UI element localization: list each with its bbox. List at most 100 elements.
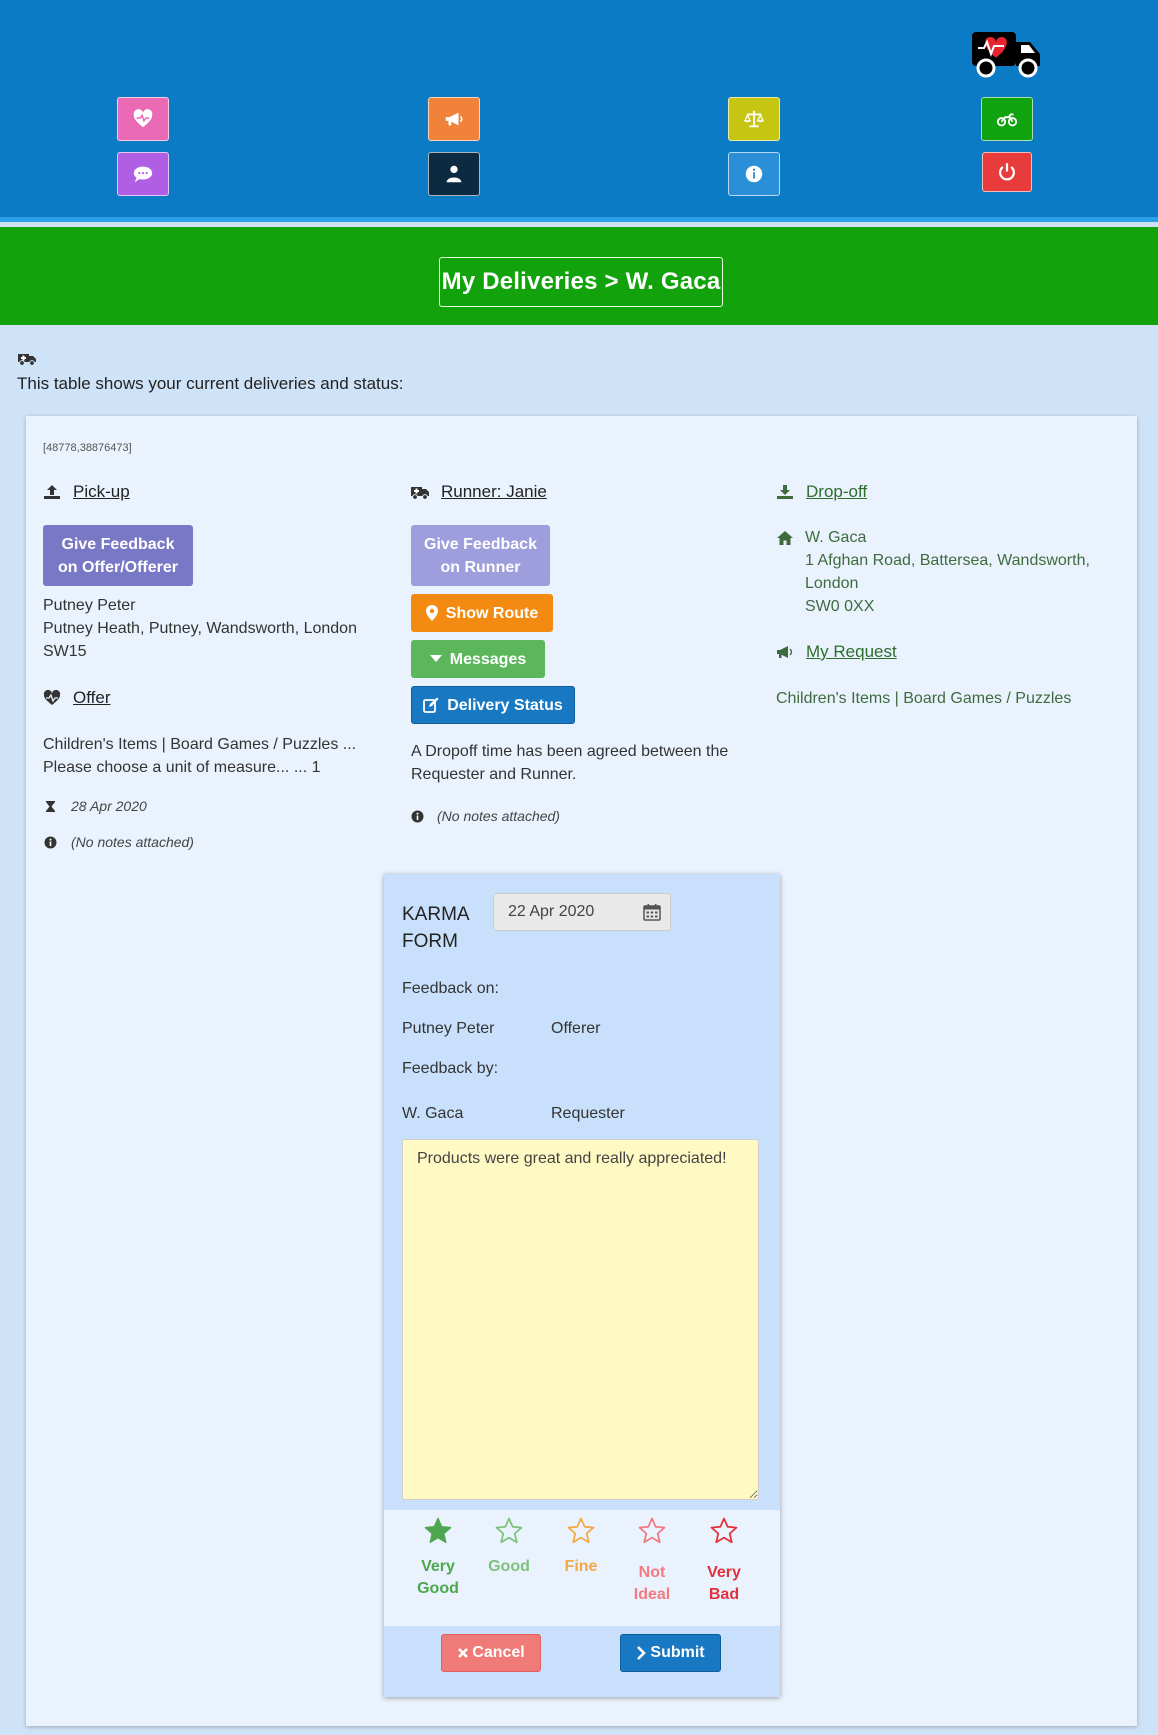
my-request-heading: My Request: [776, 642, 897, 662]
karma-date-input[interactable]: 22 Apr 2020: [493, 893, 671, 931]
dropoff-name: W. Gaca: [805, 529, 867, 546]
delivery-id: [48778,38876473]: [43, 442, 132, 454]
feedback-runner-line1: Give Feedback: [424, 535, 537, 553]
star-filled-icon: [424, 1517, 452, 1543]
nav-info-button[interactable]: [728, 152, 780, 196]
rating-fine-l1: Fine: [564, 1558, 598, 1575]
feedback-by-name: W. Gaca: [402, 1105, 464, 1122]
info-icon: [745, 165, 763, 183]
star-outline-icon: [495, 1517, 523, 1544]
star-outline-icon: [710, 1517, 738, 1544]
messages-label: Messages: [449, 650, 527, 668]
comment-icon: [133, 166, 153, 183]
home-icon: [777, 531, 793, 545]
rating-not-ideal[interactable]: Not Ideal: [616, 1510, 688, 1606]
rating-not-ideal-l2: Ideal: [633, 1586, 671, 1603]
feedback-by-label: Feedback by:: [402, 1060, 499, 1077]
give-feedback-offerer-button[interactable]: Give Feedback on Offer/Offerer: [43, 525, 193, 586]
nav-power-button[interactable]: [982, 152, 1032, 192]
request-items: Children's Items | Board Games / Puzzles: [776, 690, 1072, 707]
feedback-runner-line2: on Runner: [440, 558, 521, 576]
show-route-button[interactable]: Show Route: [411, 594, 553, 632]
upload-icon: [44, 485, 60, 499]
karma-form: KARMA FORM 22 Apr 2020 Feedback on: Putn…: [384, 874, 780, 1697]
pickup-link[interactable]: Pick-up: [73, 482, 130, 502]
ambulance-icon: [18, 354, 36, 366]
rating-very-bad[interactable]: Very Bad: [688, 1510, 760, 1606]
hourglass-icon: [46, 801, 55, 812]
offer-date: 28 Apr 2020: [71, 798, 147, 814]
rating-very-good-l2: Good: [417, 1580, 459, 1597]
page-title: My Deliveries > W. Gaca: [439, 257, 723, 307]
balance-scale-icon: [743, 110, 765, 128]
pickup-heading: Pick-up: [43, 482, 130, 502]
runner-status-line1: A Dropoff time has been agreed between t…: [411, 743, 729, 760]
heart-pulse-icon: [133, 109, 153, 128]
cancel-button[interactable]: Cancel: [441, 1634, 541, 1672]
ambulance-truck-logo: [970, 28, 1044, 80]
my-request-link[interactable]: My Request: [806, 642, 897, 662]
nav-user-button[interactable]: [428, 152, 480, 196]
user-icon: [446, 165, 462, 183]
rating-very-good[interactable]: Very Good: [402, 1510, 474, 1600]
nav-balance-button[interactable]: [728, 97, 780, 141]
info-circle-icon: [411, 810, 424, 823]
rating-good[interactable]: Good: [473, 1510, 545, 1578]
feedback-by-role: Requester: [551, 1105, 625, 1122]
messages-button[interactable]: Messages: [411, 640, 545, 678]
nav-comment-button[interactable]: [117, 152, 169, 196]
runner-status-line2: Requester and Runner.: [411, 766, 577, 783]
feedback-on-name: Putney Peter: [402, 1020, 495, 1037]
offer-notes: (No notes attached): [71, 834, 194, 850]
feedback-on-role: Offerer: [551, 1020, 601, 1037]
rating-fine[interactable]: Fine: [545, 1510, 617, 1578]
top-header: [0, 0, 1158, 222]
runner-link[interactable]: Runner: Janie: [441, 482, 547, 502]
karma-title-line2: FORM: [402, 931, 458, 952]
megaphone-icon: [777, 646, 793, 658]
rating-very-good-l1: Very: [421, 1558, 455, 1575]
rating-good-l1: Good: [488, 1558, 530, 1575]
nav-heart-button[interactable]: [117, 97, 169, 141]
runner-notes: (No notes attached): [437, 808, 560, 824]
feedback-comment-textarea[interactable]: Products were great and really appreciat…: [402, 1139, 759, 1500]
star-outline-icon: [638, 1517, 666, 1544]
intro-text: This table shows your current deliveries…: [17, 374, 404, 393]
edit-icon: [423, 697, 439, 713]
chevron-right-icon: [637, 1646, 647, 1660]
feedback-offerer-line1: Give Feedback: [61, 535, 175, 553]
power-icon: [999, 163, 1015, 181]
dropoff-postcode: SW0 0XX: [805, 598, 875, 615]
pickup-address: Putney Heath, Putney, Wandsworth, London: [43, 620, 357, 637]
pickup-name: Putney Peter: [43, 597, 136, 614]
delivery-card: [48778,38876473] Pick-up Give Feedback on…: [26, 416, 1137, 1726]
offer-items: Children's Items | Board Games / Puzzles…: [43, 736, 357, 753]
give-feedback-runner-button[interactable]: Give Feedback on Runner: [411, 525, 550, 586]
ambulance-icon: [411, 487, 429, 500]
heartbeat-icon: [43, 690, 61, 705]
karma-form-title: KARMA FORM: [402, 901, 492, 955]
nav-megaphone-button[interactable]: [428, 97, 480, 141]
info-circle-icon: [44, 836, 57, 849]
caret-down-icon: [429, 655, 442, 662]
calendar-icon[interactable]: [643, 903, 661, 921]
submit-button[interactable]: Submit: [620, 1634, 721, 1672]
delivery-status-button[interactable]: Delivery Status: [411, 686, 575, 724]
download-icon: [777, 485, 793, 499]
offer-unit: Please choose a unit of measure... ... 1: [43, 759, 321, 776]
nav-motorcycle-button[interactable]: [981, 97, 1033, 141]
runner-heading: Runner: Janie: [411, 482, 547, 502]
close-icon: [458, 1648, 469, 1658]
dropoff-link[interactable]: Drop-off: [806, 482, 867, 502]
cancel-label: Cancel: [472, 1644, 525, 1661]
dropoff-heading: Drop-off: [776, 482, 867, 502]
pickup-postcode: SW15: [43, 643, 87, 660]
delivery-status-label: Delivery Status: [447, 696, 563, 714]
dropoff-address1: 1 Afghan Road, Battersea, Wandsworth,: [805, 552, 1090, 569]
motorcycle-icon: [996, 113, 1018, 127]
offer-heading: Offer: [43, 688, 110, 708]
rating-not-ideal-l1: Not: [638, 1564, 666, 1581]
karma-title-line1: KARMA: [402, 904, 470, 925]
offer-link[interactable]: Offer: [73, 688, 110, 708]
rating-very-bad-l2: Bad: [708, 1586, 740, 1603]
